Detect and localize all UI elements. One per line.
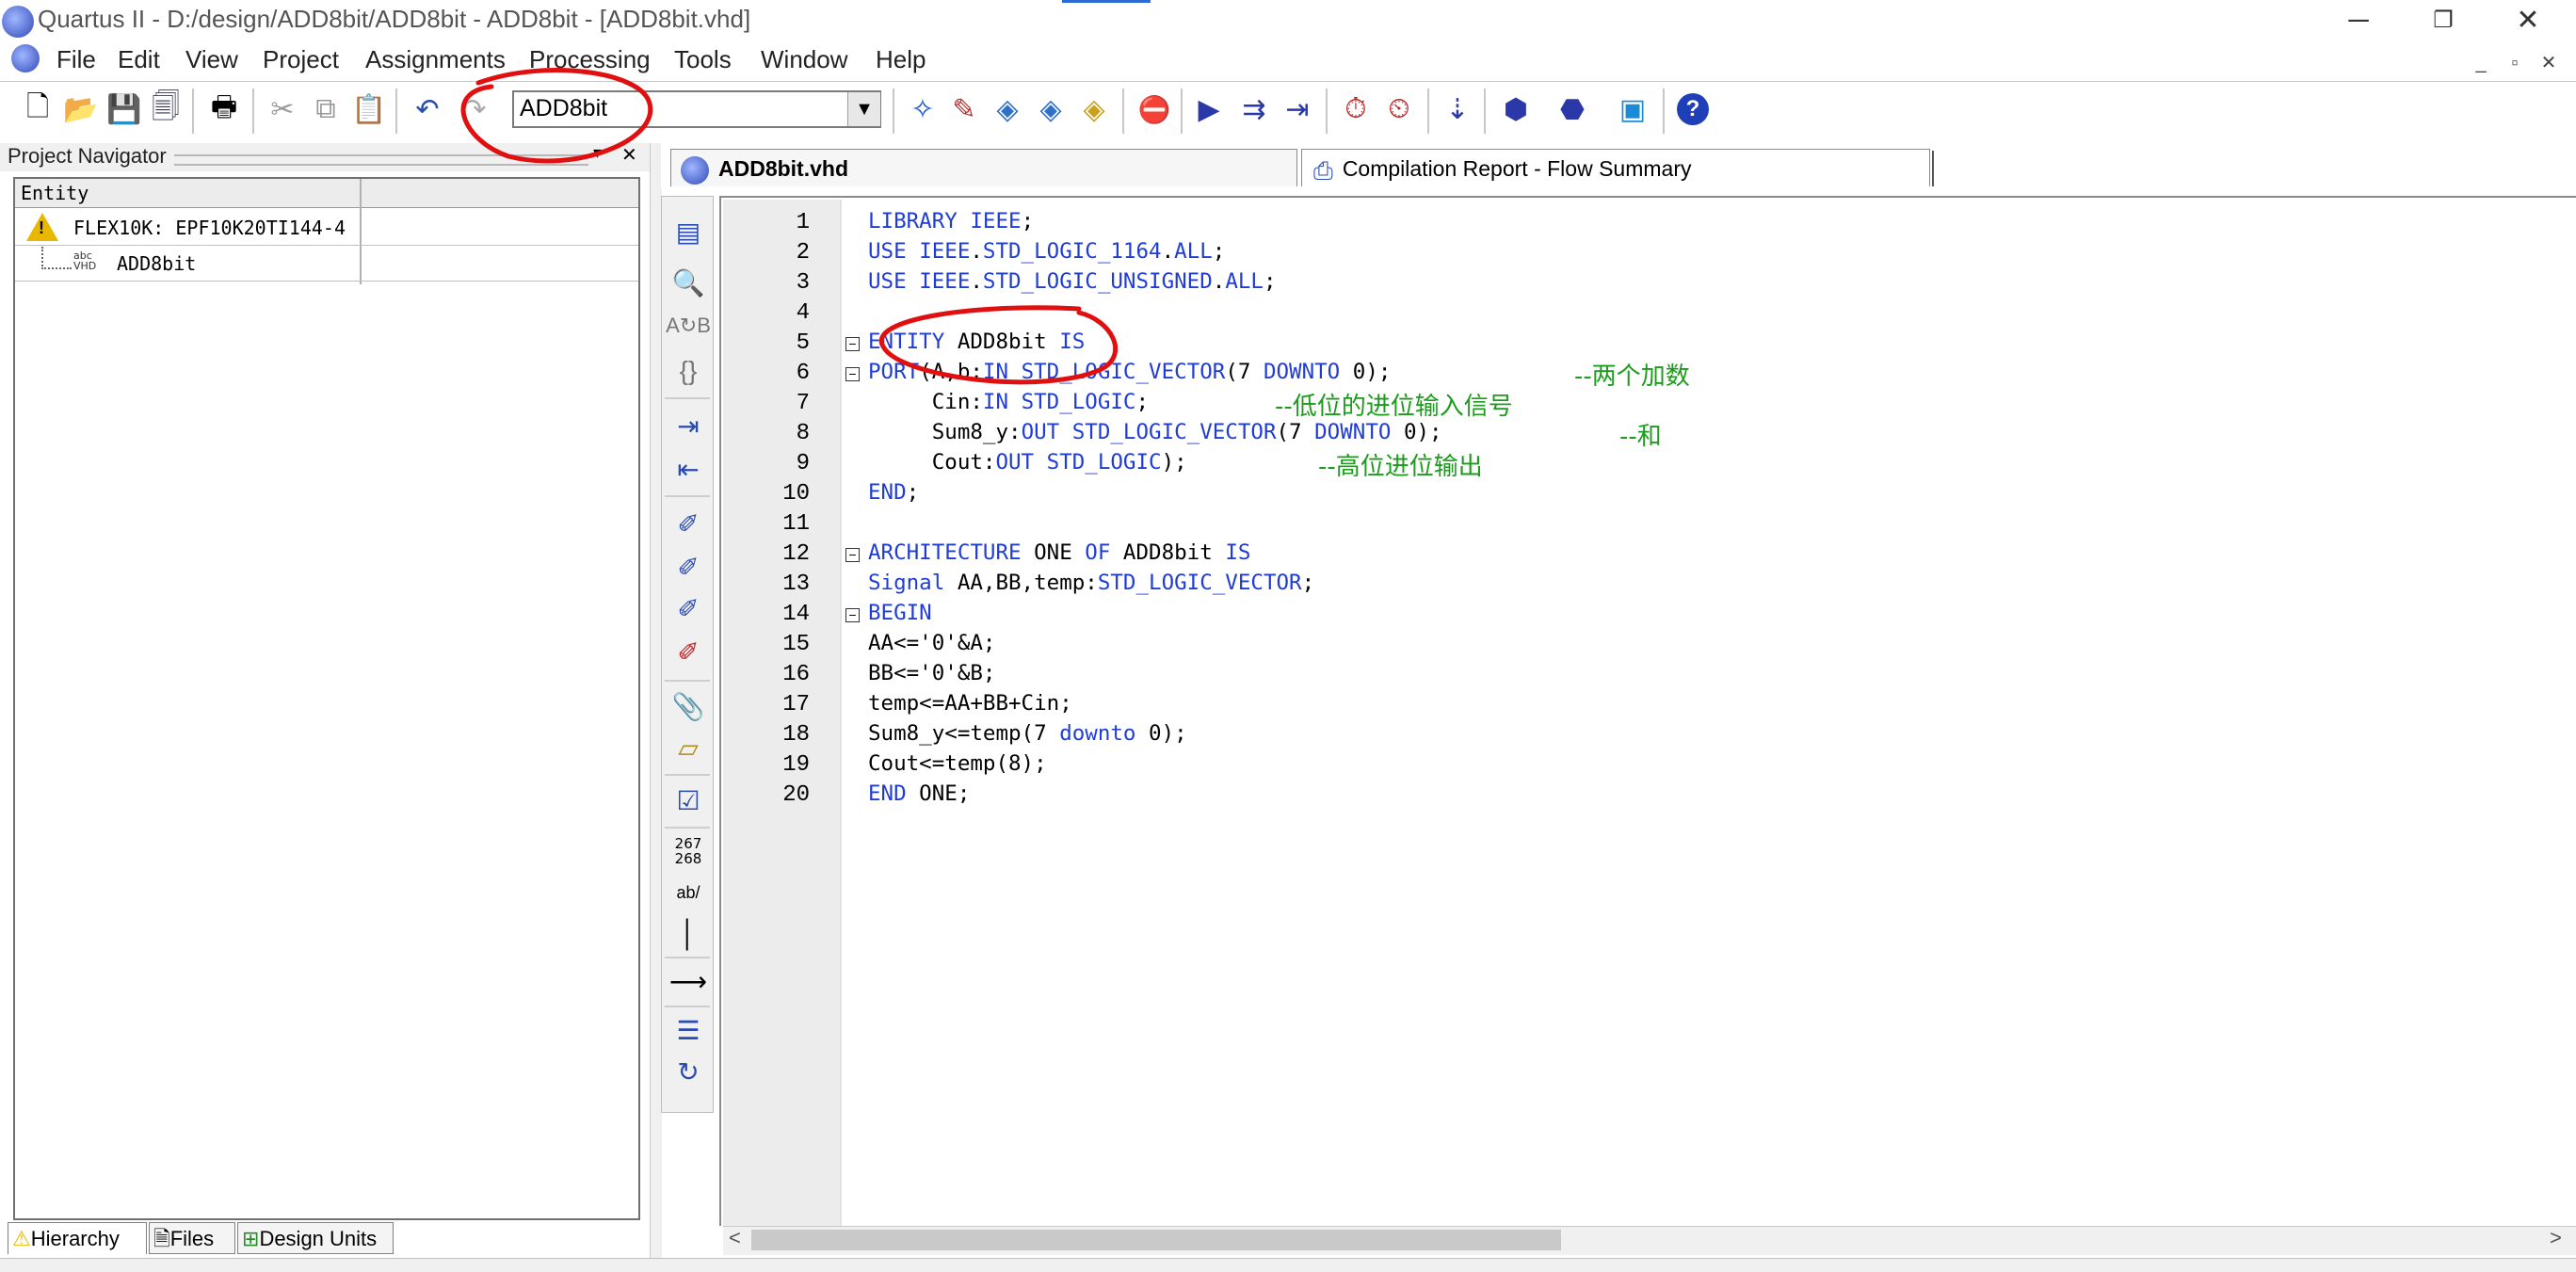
red-annotation-overlay bbox=[460, 68, 1119, 385]
combo-annotation-circle bbox=[460, 68, 653, 164]
entity-annotation-circle bbox=[878, 305, 1119, 385]
